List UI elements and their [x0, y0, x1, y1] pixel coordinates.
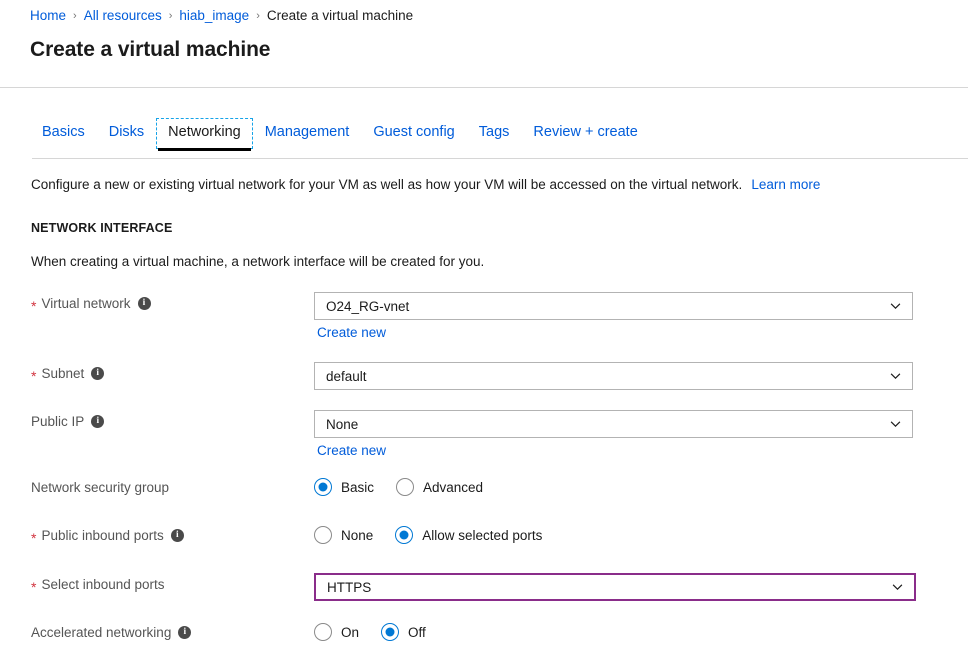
breadcrumb: Home › All resources › hiab_image › Crea… — [30, 6, 413, 26]
breadcrumb-separator-icon: › — [169, 6, 173, 26]
label-accelerated-networking: Accelerated networking i — [0, 621, 314, 640]
tab-management[interactable]: Management — [253, 118, 362, 149]
chevron-down-icon — [890, 301, 901, 312]
label-text: Accelerated networking — [31, 625, 171, 640]
radio-indicator — [314, 478, 332, 496]
field-row-subnet: * Subnet i default — [0, 362, 968, 410]
label-public-ip: Public IP i — [0, 410, 314, 429]
tab-guest-config[interactable]: Guest config — [361, 118, 466, 149]
radio-option-basic[interactable]: Basic — [314, 478, 374, 496]
tab-review-create[interactable]: Review + create — [521, 118, 649, 149]
public-inbound-ports-radios: None Allow selected ports — [314, 524, 943, 544]
radio-indicator — [381, 623, 399, 641]
chevron-down-icon — [890, 371, 901, 382]
intro-description: Configure a new or existing virtual netw… — [31, 177, 742, 192]
chevron-down-icon — [892, 582, 903, 593]
virtual-network-value: O24_RG-vnet — [326, 299, 409, 314]
required-indicator: * — [31, 580, 36, 594]
subnet-value: default — [326, 369, 367, 384]
radio-indicator — [314, 623, 332, 641]
radio-label: Off — [408, 625, 426, 640]
subnet-select[interactable]: default — [314, 362, 913, 390]
create-new-public-ip-link[interactable]: Create new — [317, 443, 386, 458]
breadcrumb-separator-icon: › — [256, 6, 260, 26]
public-ip-value: None — [326, 417, 358, 432]
network-security-group-radios: Basic Advanced — [314, 476, 943, 496]
required-indicator: * — [31, 369, 36, 383]
field-row-virtual-network: * Virtual network i O24_RG-vnet Create n… — [0, 292, 968, 362]
tab-basics[interactable]: Basics — [32, 118, 97, 149]
tab-bar-divider — [32, 158, 968, 159]
required-indicator: * — [31, 531, 36, 545]
label-text: Select inbound ports — [41, 577, 164, 592]
label-public-inbound-ports: * Public inbound ports i — [0, 524, 314, 543]
chevron-down-icon — [890, 419, 901, 430]
radio-label: None — [341, 528, 373, 543]
radio-option-allow-selected-ports[interactable]: Allow selected ports — [395, 526, 542, 544]
breadcrumb-item-all-resources[interactable]: All resources — [84, 6, 162, 26]
radio-label: Allow selected ports — [422, 528, 542, 543]
tab-bar: Basics Disks Networking Management Guest… — [32, 118, 650, 149]
field-row-public-inbound-ports: * Public inbound ports i None Allow sele… — [0, 524, 968, 573]
tab-networking[interactable]: Networking — [156, 118, 253, 149]
select-inbound-ports-value: HTTPS — [327, 580, 371, 595]
select-inbound-ports-select[interactable]: HTTPS — [314, 573, 916, 601]
control-public-ip: None Create new — [314, 410, 968, 460]
control-accelerated-networking: On Off — [314, 621, 968, 641]
label-network-security-group: Network security group — [0, 476, 314, 495]
radio-indicator — [395, 526, 413, 544]
radio-option-none[interactable]: None — [314, 526, 373, 544]
breadcrumb-item-hiab-image[interactable]: hiab_image — [179, 6, 249, 26]
create-new-virtual-network-link[interactable]: Create new — [317, 325, 386, 340]
label-text: Subnet — [41, 366, 84, 381]
tab-disks[interactable]: Disks — [97, 118, 156, 149]
label-text: Network security group — [31, 480, 169, 495]
info-icon[interactable]: i — [138, 297, 151, 310]
breadcrumb-separator-icon: › — [73, 6, 77, 26]
radio-option-off[interactable]: Off — [381, 623, 426, 641]
section-heading-network-interface: NETWORK INTERFACE — [31, 221, 172, 235]
radio-indicator — [314, 526, 332, 544]
breadcrumb-item-home[interactable]: Home — [30, 6, 66, 26]
label-text: Virtual network — [41, 296, 130, 311]
breadcrumb-item-current: Create a virtual machine — [267, 6, 413, 26]
control-virtual-network: O24_RG-vnet Create new — [314, 292, 968, 342]
info-icon[interactable]: i — [91, 367, 104, 380]
section-description: When creating a virtual machine, a netwo… — [31, 254, 484, 269]
field-row-accelerated-networking: Accelerated networking i On Off — [0, 621, 968, 667]
radio-indicator — [396, 478, 414, 496]
radio-label: On — [341, 625, 359, 640]
required-indicator: * — [31, 299, 36, 313]
control-public-inbound-ports: None Allow selected ports — [314, 524, 968, 544]
control-subnet: default — [314, 362, 968, 390]
header-divider — [0, 87, 968, 88]
label-subnet: * Subnet i — [0, 362, 314, 381]
radio-label: Basic — [341, 480, 374, 495]
radio-option-on[interactable]: On — [314, 623, 359, 641]
radio-label: Advanced — [423, 480, 483, 495]
virtual-network-select[interactable]: O24_RG-vnet — [314, 292, 913, 320]
page-title: Create a virtual machine — [30, 38, 270, 62]
field-row-select-inbound-ports: * Select inbound ports HTTPS — [0, 573, 968, 621]
field-row-network-security-group: Network security group Basic Advanced — [0, 476, 968, 524]
networking-form: * Virtual network i O24_RG-vnet Create n… — [0, 292, 968, 667]
accelerated-networking-radios: On Off — [314, 621, 943, 641]
learn-more-link[interactable]: Learn more — [751, 177, 820, 192]
tab-tags[interactable]: Tags — [467, 118, 522, 149]
field-row-public-ip: Public IP i None Create new — [0, 410, 968, 476]
info-icon[interactable]: i — [171, 529, 184, 542]
info-icon[interactable]: i — [178, 626, 191, 639]
create-vm-page: Home › All resources › hiab_image › Crea… — [0, 0, 968, 667]
public-ip-select[interactable]: None — [314, 410, 913, 438]
control-select-inbound-ports: HTTPS — [314, 573, 968, 601]
info-icon[interactable]: i — [91, 415, 104, 428]
intro-text: Configure a new or existing virtual netw… — [31, 175, 820, 194]
label-select-inbound-ports: * Select inbound ports — [0, 573, 314, 592]
label-text: Public IP — [31, 414, 84, 429]
radio-option-advanced[interactable]: Advanced — [396, 478, 483, 496]
label-virtual-network: * Virtual network i — [0, 292, 314, 311]
label-text: Public inbound ports — [41, 528, 163, 543]
control-network-security-group: Basic Advanced — [314, 476, 968, 496]
